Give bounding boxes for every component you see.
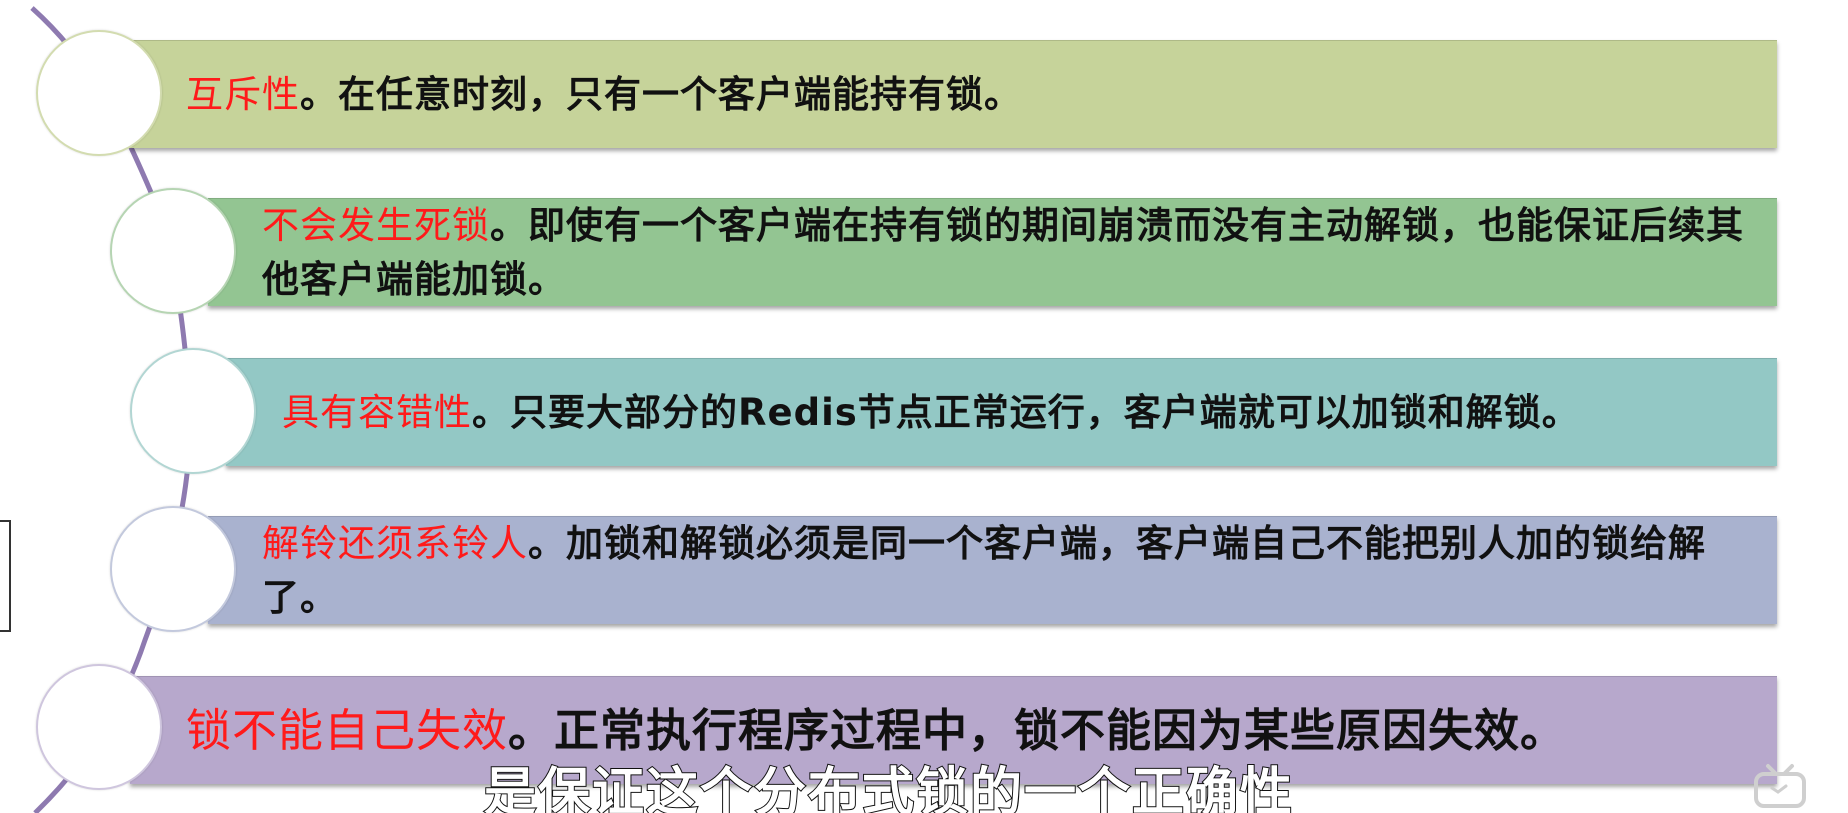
item-key-3: 具有容错性 [282, 390, 472, 434]
left-edge-marker [0, 520, 11, 632]
item-band-1: 互斥性。在任意时刻，只有一个客户端能持有锁。 [130, 40, 1777, 148]
tv-icon[interactable] [1752, 760, 1808, 810]
item-circle-3 [130, 348, 256, 474]
item-band-2: 不会发生死锁。即使有一个客户端在持有锁的期间崩溃而没有主动解锁，也能保证后续其他… [208, 198, 1777, 306]
slide-canvas: 互斥性。在任意时刻，只有一个客户端能持有锁。 不会发生死锁。即使有一个客户端在持… [0, 0, 1848, 813]
item-circle-4 [110, 506, 236, 632]
item-circle-1 [36, 30, 162, 156]
item-band-3: 具有容错性。只要大部分的Redis节点正常运行，客户端就可以加锁和解锁。 [226, 358, 1777, 466]
item-key-1: 互斥性 [186, 72, 300, 116]
item-circle-5 [36, 664, 162, 790]
item-key-5: 锁不能自己失效 [186, 703, 509, 757]
item-circle-2 [110, 188, 236, 314]
item-desc-1: 。在任意时刻，只有一个客户端能持有锁。 [300, 72, 1022, 116]
item-key-4: 解铃还须系铃人 [262, 521, 528, 565]
item-text-4: 解铃还须系铃人。加锁和解锁必须是同一个客户端，客户端自己不能把别人加的锁给解了。 [262, 517, 1752, 625]
item-desc-3: 。只要大部分的Redis节点正常运行，客户端就可以加锁和解锁。 [472, 390, 1580, 434]
item-text-1: 互斥性。在任意时刻，只有一个客户端能持有锁。 [186, 68, 1746, 122]
item-band-4: 解铃还须系铃人。加锁和解锁必须是同一个客户端，客户端自己不能把别人加的锁给解了。 [208, 516, 1777, 624]
item-key-2: 不会发生死锁 [262, 203, 490, 247]
item-desc-5: 。正常执行程序过程中，锁不能因为某些原因失效。 [508, 703, 1567, 757]
video-subtitle: 是保证这个分布式锁的一个正确性 [483, 762, 1295, 813]
item-text-3: 具有容错性。只要大部分的Redis节点正常运行，客户端就可以加锁和解锁。 [282, 386, 1762, 440]
item-text-2: 不会发生死锁。即使有一个客户端在持有锁的期间崩溃而没有主动解锁，也能保证后续其他… [262, 199, 1752, 307]
